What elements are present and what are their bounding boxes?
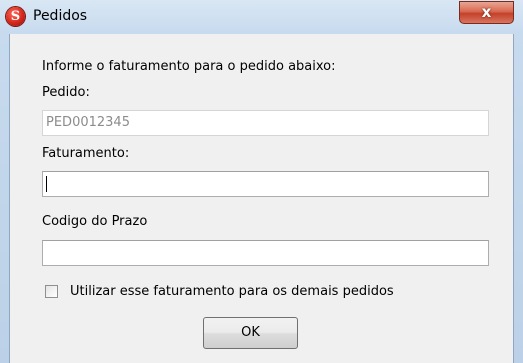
dialog-content: Informe o faturamento para o pedido abai… [9, 34, 514, 363]
title-bar[interactable]: S Pedidos x [0, 0, 523, 34]
close-button[interactable]: x [459, 1, 514, 24]
app-logo-icon: S [6, 7, 25, 26]
text-caret [46, 176, 47, 192]
dialog-window: S Pedidos x Informe o faturamento para o… [0, 0, 523, 363]
instruction-text: Informe o faturamento para o pedido abai… [42, 59, 336, 74]
close-icon: x [481, 3, 492, 21]
pedido-field: PED0012345 [42, 110, 489, 136]
window-title: Pedidos [33, 8, 88, 24]
faturamento-input[interactable] [42, 171, 489, 197]
app-logo-letter: S [10, 9, 21, 24]
prazo-input[interactable] [42, 240, 489, 266]
ok-button[interactable]: OK [203, 317, 298, 349]
faturamento-label: Faturamento: [42, 146, 130, 161]
usar-para-demais-label[interactable]: Utilizar esse faturamento para os demais… [70, 284, 394, 299]
prazo-label: Codigo do Prazo [42, 214, 148, 229]
usar-para-demais-checkbox[interactable] [45, 285, 58, 298]
pedido-label: Pedido: [42, 85, 90, 100]
